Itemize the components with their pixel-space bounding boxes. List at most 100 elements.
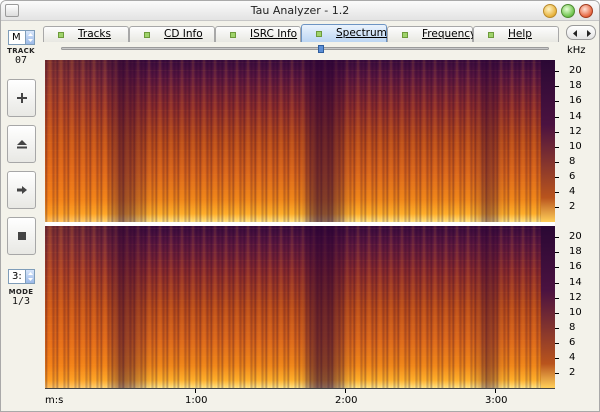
frequency-axis: 20 18 16 14 12 10 8 6 4 2 20 18 16 14 12 10 8 6 4 2 — [555, 60, 599, 388]
tab-scroll-buttons[interactable] — [566, 25, 596, 40]
play-button[interactable] — [7, 171, 36, 209]
track-label: TRACK — [7, 47, 35, 55]
tab-label: Frequency — [422, 28, 477, 40]
frequency-tick — [555, 131, 559, 133]
tab-frequency[interactable]: Frequency — [387, 26, 477, 42]
time-tick — [495, 389, 496, 393]
frequency-tick — [555, 327, 559, 329]
frequency-tick — [555, 206, 559, 208]
frequency-tick — [555, 357, 559, 359]
frequency-tick — [555, 282, 559, 284]
tab-label: Help — [508, 28, 532, 40]
frequency-tick — [555, 297, 559, 299]
time-tick-label: 1:00 — [185, 395, 208, 406]
frequency-tick — [555, 252, 559, 254]
stop-icon — [17, 232, 26, 240]
frequency-tick — [555, 312, 559, 314]
app-window: Tau Analyzer - 1.2 M TRACK 07 3: MODE 1/… — [0, 0, 600, 412]
chevron-right-icon — [587, 30, 591, 37]
frequency-tick-label: 6 — [569, 170, 576, 182]
tab-label: CD Info — [164, 28, 203, 40]
tab-indicator-icon — [230, 32, 236, 38]
time-tick — [195, 389, 196, 393]
tab-spectrum[interactable]: Spectrum — [301, 24, 387, 42]
frequency-tick-label: 4 — [569, 185, 576, 197]
track-number: 07 — [14, 55, 28, 66]
frequency-tick — [555, 101, 559, 103]
plus-icon — [16, 93, 27, 103]
time-tick-label: 2:00 — [335, 395, 358, 406]
mode-select-value: 3: — [12, 271, 22, 282]
title-bar[interactable]: Tau Analyzer - 1.2 — [1, 1, 599, 21]
frequency-tick-label: 14 — [569, 276, 582, 288]
maximize-button[interactable] — [561, 4, 575, 18]
frequency-tick — [555, 191, 559, 193]
time-axis: m:s 1:00 2:00 3:00 — [45, 388, 555, 408]
tab-indicator-icon — [144, 32, 150, 38]
tab-indicator-icon — [488, 32, 494, 38]
add-button[interactable] — [7, 79, 36, 117]
frequency-tick-label: 6 — [569, 336, 576, 348]
tab-tracks[interactable]: Tracks — [43, 26, 129, 42]
tab-strip: Tracks CD Info ISRC Info Spectrum Freque… — [43, 24, 559, 42]
mode-value: 1/3 — [11, 296, 31, 307]
close-button[interactable] — [579, 4, 593, 18]
frequency-tick-label: 4 — [569, 351, 576, 363]
frequency-tick — [555, 71, 559, 73]
frequency-tick-label: 2 — [569, 366, 576, 378]
eject-button[interactable] — [7, 125, 36, 163]
frequency-tick-label: 18 — [569, 80, 582, 92]
spinner-arrows-icon[interactable] — [25, 270, 34, 283]
frequency-tick-label: 14 — [569, 110, 582, 122]
time-axis-unit: m:s — [45, 395, 64, 406]
frequency-tick-label: 20 — [569, 65, 582, 77]
time-tick — [345, 389, 346, 393]
spectrogram — [45, 60, 555, 388]
frequency-tick-label: 8 — [569, 321, 576, 333]
chevron-left-icon — [573, 30, 577, 37]
play-arrow-icon — [16, 186, 27, 194]
frequency-tick-label: 18 — [569, 246, 582, 258]
channel-select-value: M — [12, 32, 21, 43]
tab-label: ISRC Info — [250, 28, 298, 40]
frequency-tick-label: 20 — [569, 231, 582, 243]
frequency-tick-label: 16 — [569, 95, 582, 107]
tab-indicator-icon — [402, 32, 408, 38]
spectrogram-channel-right — [45, 226, 555, 388]
channel-select[interactable]: M — [8, 30, 35, 45]
tab-help[interactable]: Help — [473, 26, 559, 42]
spinner-arrows-icon[interactable] — [25, 31, 34, 44]
position-slider-thumb[interactable] — [318, 45, 324, 53]
tab-isrc-info[interactable]: ISRC Info — [215, 26, 301, 42]
mode-select[interactable]: 3: — [8, 269, 35, 284]
time-tick-label: 3:00 — [485, 395, 508, 406]
spectrogram-channel-left — [45, 60, 555, 222]
frequency-tick — [555, 342, 559, 344]
frequency-unit-label: kHz — [567, 45, 586, 56]
frequency-tick-label: 10 — [569, 306, 582, 318]
frequency-tick — [555, 176, 559, 178]
frequency-tick — [555, 161, 559, 163]
frequency-tick-label: 16 — [569, 261, 582, 273]
sidebar: M TRACK 07 3: MODE 1/3 — [1, 22, 41, 411]
frequency-tick — [555, 372, 559, 374]
stop-button[interactable] — [7, 217, 36, 255]
tab-indicator-icon — [316, 31, 322, 37]
frequency-tick-label: 8 — [569, 155, 576, 167]
frequency-tick — [555, 267, 559, 269]
window-title: Tau Analyzer - 1.2 — [250, 4, 350, 17]
eject-icon — [16, 140, 27, 149]
minimize-button[interactable] — [543, 4, 557, 18]
tab-indicator-icon — [58, 32, 64, 38]
frequency-tick-label: 2 — [569, 200, 576, 212]
mode-label: MODE — [8, 288, 34, 296]
frequency-tick — [555, 116, 559, 118]
tab-label: Tracks — [78, 28, 111, 40]
frequency-tick-label: 12 — [569, 291, 582, 303]
frequency-tick-label: 10 — [569, 140, 582, 152]
tab-cd-info[interactable]: CD Info — [129, 26, 215, 42]
frequency-tick-label: 12 — [569, 125, 582, 137]
tab-label: Spectrum — [336, 27, 387, 39]
frequency-tick — [555, 86, 559, 88]
position-slider[interactable] — [61, 47, 549, 50]
